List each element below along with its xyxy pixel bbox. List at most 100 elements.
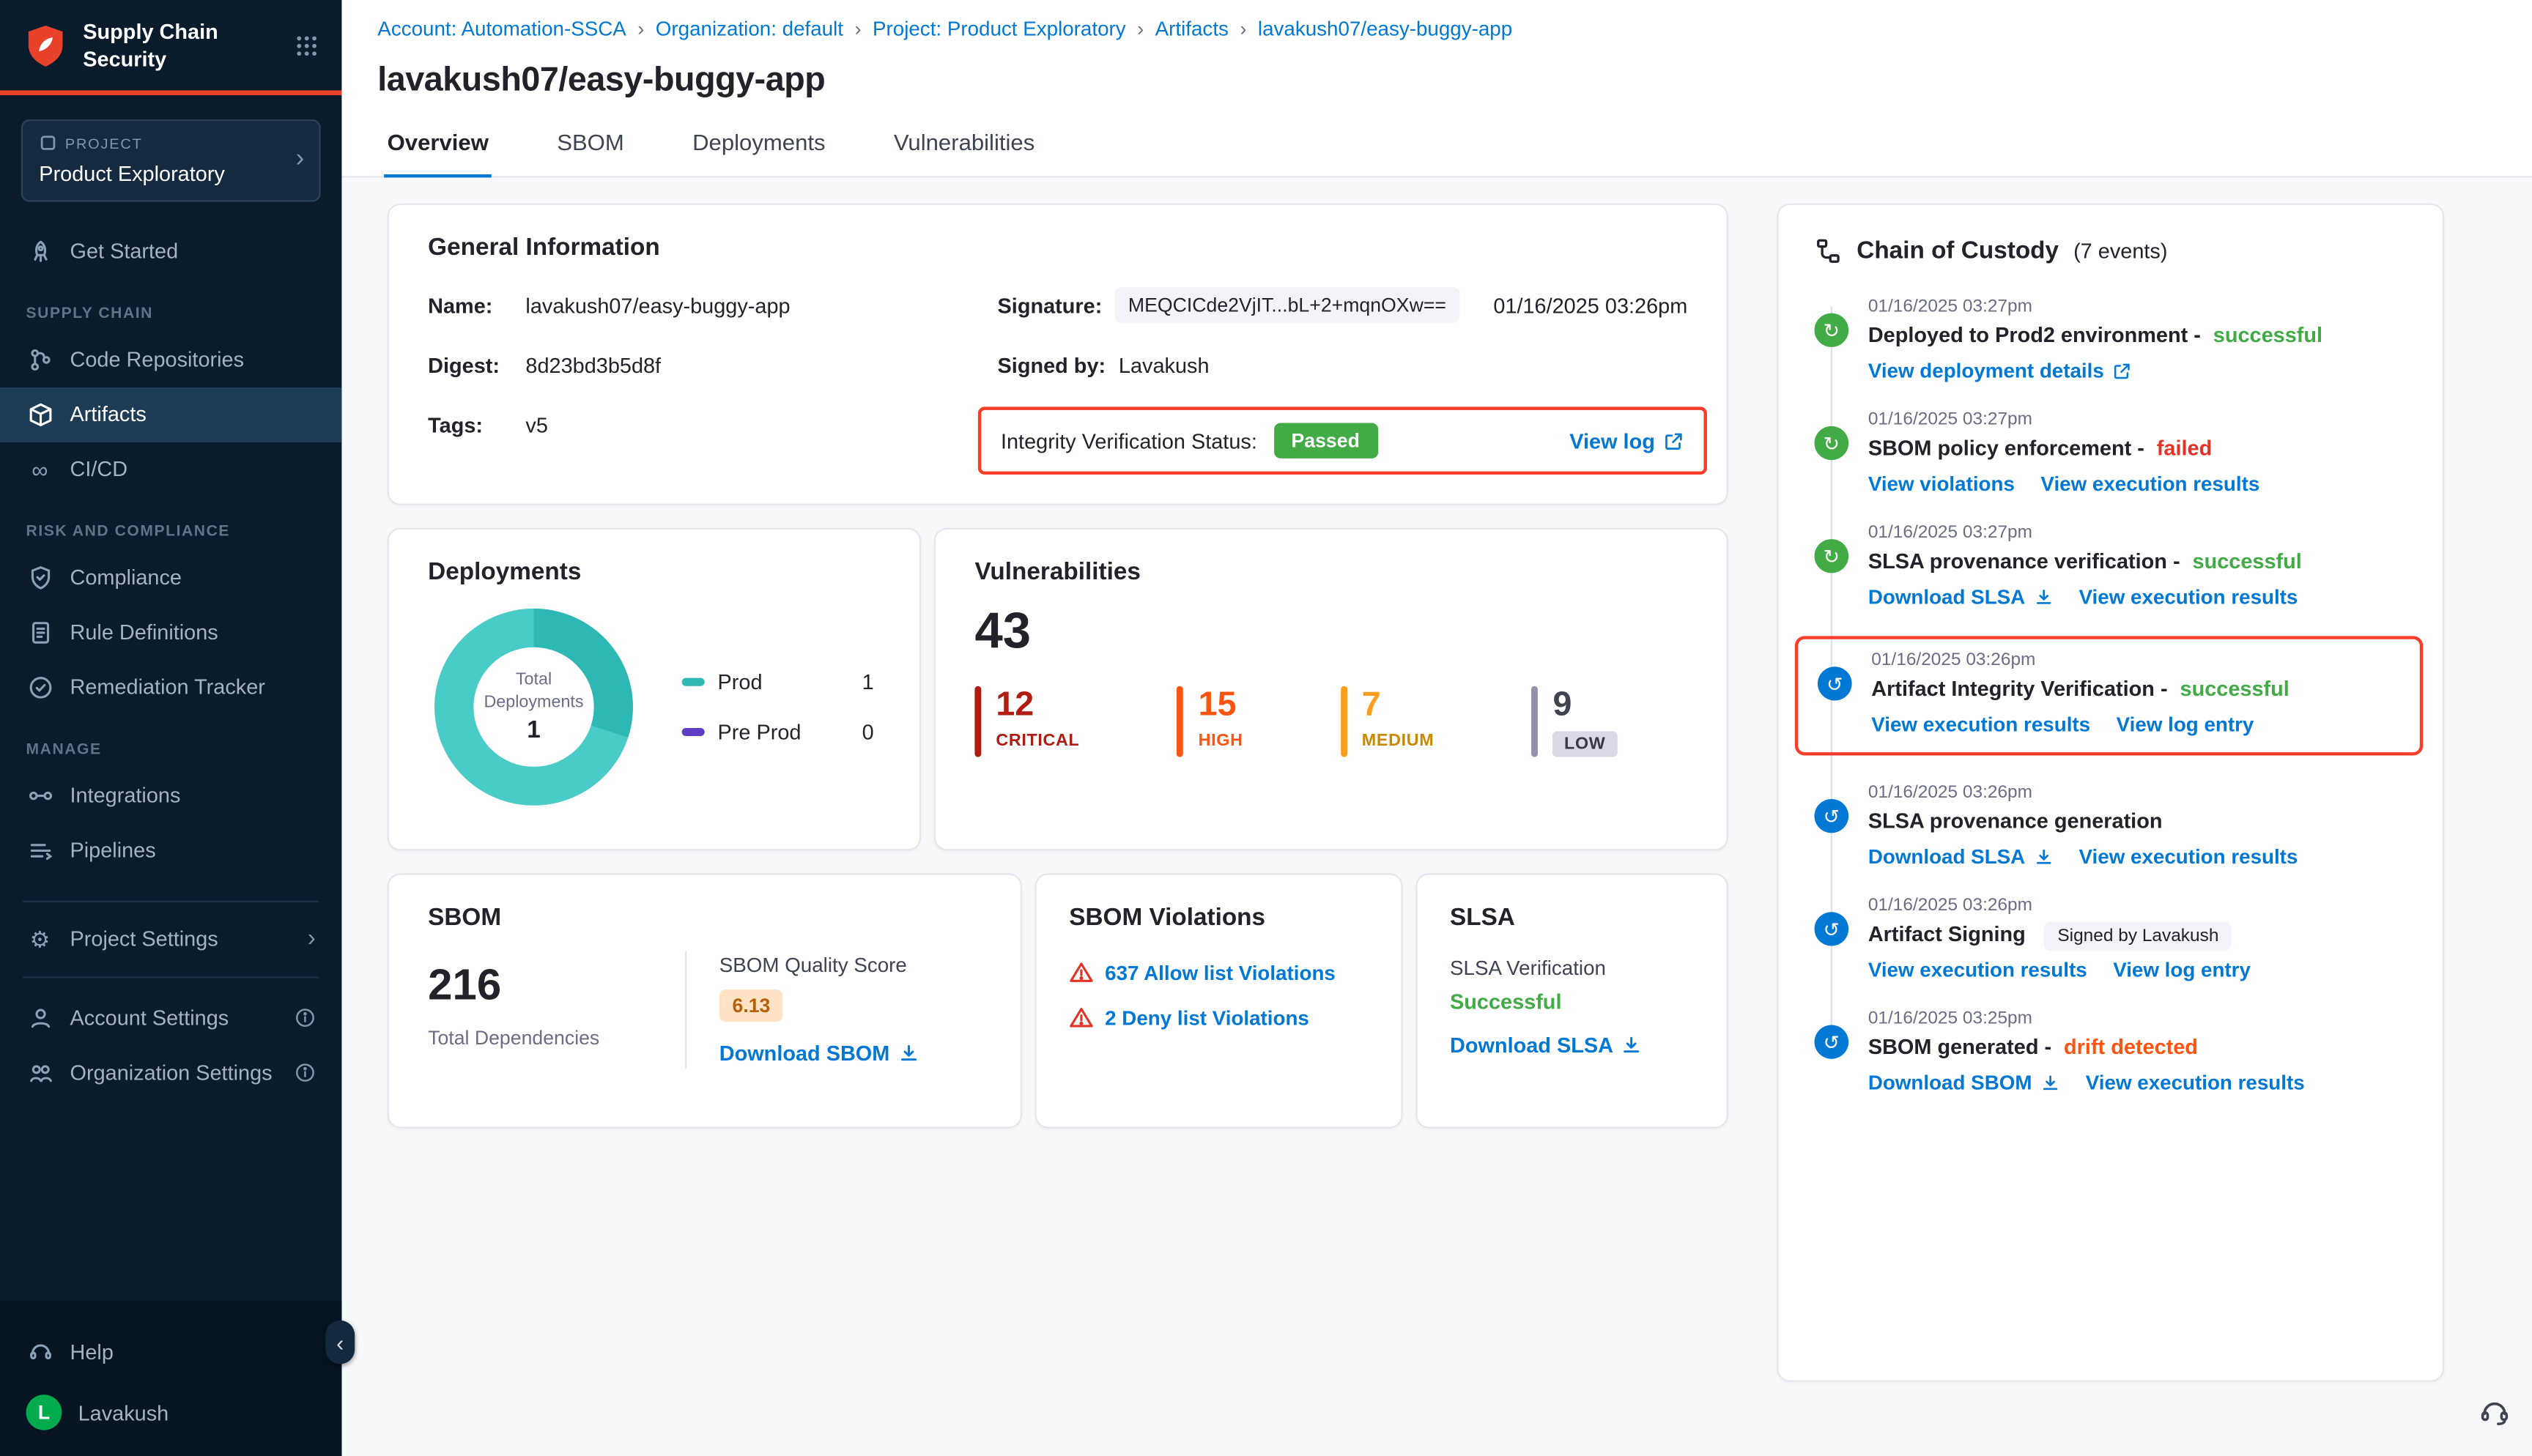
sidebar-item-integrations[interactable]: Integrations bbox=[0, 768, 341, 823]
integrity-verification-row-annotation: Integrity Verification Status: Passed Vi… bbox=[978, 406, 1707, 475]
event-title: Artifact Integrity Verification - succes… bbox=[1871, 676, 2289, 700]
sidebar-item-label: Code Repositories bbox=[70, 347, 245, 371]
donut-center-label: Total Deployments bbox=[484, 670, 583, 713]
signature-value[interactable]: MEQCICde2VjIT...bL+2+mqnOXw== bbox=[1115, 287, 1459, 322]
user-icon bbox=[26, 1005, 54, 1032]
severity-medium: 7 MEDIUM bbox=[1341, 686, 1434, 757]
allow-list-violations-link[interactable]: 637 Allow list Violations bbox=[1105, 961, 1336, 984]
view-log-entry-link[interactable]: View log entry bbox=[2113, 959, 2251, 981]
users-icon bbox=[26, 1059, 54, 1086]
sidebar-item-label: Project Settings bbox=[70, 927, 218, 951]
sidebar-collapse-handle[interactable]: ‹ bbox=[325, 1321, 355, 1364]
integrity-status-label: Integrity Verification Status: bbox=[1001, 428, 1257, 453]
download-slsa-link[interactable]: Download SLSA bbox=[1868, 846, 2053, 869]
tab-deployments[interactable]: Deployments bbox=[689, 129, 829, 176]
sbom-generated-icon: ↺ bbox=[1815, 1025, 1849, 1059]
slsa-verification-status: Successful bbox=[1450, 989, 1694, 1014]
event-time: 01/16/2025 03:27pm bbox=[1868, 523, 2302, 542]
view-log-entry-link[interactable]: View log entry bbox=[2117, 713, 2254, 736]
breadcrumb-organization-link[interactable]: Organization: default bbox=[656, 18, 843, 40]
nodes-icon bbox=[26, 781, 54, 809]
breadcrumb-current-link[interactable]: lavakush07/easy-buggy-app bbox=[1258, 18, 1512, 40]
slsa-card: SLSA SLSA Verification Successful Downlo… bbox=[1415, 873, 1728, 1128]
sbom-card: SBOM 216 Total Dependencies SBOM Quality… bbox=[388, 873, 1022, 1128]
event-title: Artifact Signing Signed by Lavakush bbox=[1868, 921, 2251, 946]
integrity-status-badge: Passed bbox=[1273, 423, 1377, 458]
tags-value: v5 bbox=[525, 412, 548, 437]
sidebar-item-get-started[interactable]: Get Started bbox=[0, 224, 341, 279]
signature-date: 01/16/2025 03:26pm bbox=[1493, 293, 1687, 317]
view-execution-results-link[interactable]: View execution results bbox=[1871, 713, 2090, 736]
vulnerabilities-card: Vulnerabilities 43 12 CRITICAL bbox=[934, 528, 1728, 851]
document-icon bbox=[26, 619, 54, 646]
section-supply-chain: SUPPLY CHAIN bbox=[0, 305, 341, 322]
breadcrumb-account-link[interactable]: Account: Automation-SSCA bbox=[377, 18, 626, 40]
donut-center-value: 1 bbox=[527, 716, 541, 743]
legend-value: 0 bbox=[862, 720, 874, 744]
sidebar-item-help[interactable]: Help bbox=[0, 1323, 341, 1378]
support-headset-icon[interactable] bbox=[2479, 1394, 2511, 1427]
digest-label: Digest: bbox=[428, 353, 512, 377]
gear-icon: ⚙ bbox=[26, 926, 54, 953]
chain-event-artifact-signing: ↺ 01/16/2025 03:26pm Artifact Signing Si… bbox=[1815, 896, 2407, 1009]
sidebar-item-project-settings[interactable]: ⚙ Project Settings › bbox=[0, 912, 341, 967]
view-violations-link[interactable]: View violations bbox=[1868, 473, 2015, 496]
allow-list-violations-row: 637 Allow list Violations bbox=[1069, 960, 1369, 984]
tab-sbom[interactable]: SBOM bbox=[554, 129, 627, 176]
tab-overview[interactable]: Overview bbox=[384, 129, 492, 177]
chain-event-deployed: ↻ 01/16/2025 03:27pm Deployed to Prod2 e… bbox=[1815, 297, 2407, 410]
download-slsa-link[interactable]: Download SLSA bbox=[1450, 1033, 1643, 1058]
view-execution-results-link[interactable]: View execution results bbox=[1868, 959, 2087, 981]
download-sbom-link[interactable]: Download SBOM bbox=[1868, 1071, 2059, 1094]
event-title: SLSA provenance generation bbox=[1868, 809, 2298, 833]
sidebar-item-remediation-tracker[interactable]: Remediation Tracker bbox=[0, 660, 341, 715]
rocket-icon bbox=[26, 238, 54, 265]
content: General Information Name: lavakush07/eas… bbox=[341, 177, 2532, 1456]
project-selector[interactable]: PROJECT Product Exploratory › bbox=[21, 119, 321, 201]
slsa-verification-icon: ↻ bbox=[1815, 539, 1849, 573]
severity-bar bbox=[974, 686, 981, 757]
view-deployment-details-link[interactable]: View deployment details bbox=[1868, 360, 2132, 382]
view-execution-results-link[interactable]: View execution results bbox=[2040, 473, 2259, 496]
view-execution-results-link[interactable]: View execution results bbox=[2079, 846, 2298, 869]
sidebar-item-organization-settings[interactable]: Organization Settings bbox=[0, 1046, 341, 1101]
view-execution-results-link[interactable]: View execution results bbox=[2079, 586, 2298, 609]
sbom-quality-score-badge: 6.13 bbox=[719, 989, 783, 1022]
signed-by-value: Lavakush bbox=[1119, 353, 1210, 377]
sidebar-item-label: Pipelines bbox=[70, 838, 156, 862]
legend-item-pre-prod: Pre Prod 0 bbox=[682, 720, 874, 744]
event-time: 01/16/2025 03:27pm bbox=[1868, 410, 2259, 429]
sidebar-item-artifacts[interactable]: Artifacts bbox=[0, 387, 341, 442]
view-execution-results-link[interactable]: View execution results bbox=[2086, 1071, 2305, 1094]
download-sbom-link[interactable]: Download SBOM bbox=[719, 1041, 919, 1066]
sidebar-item-pipelines[interactable]: Pipelines bbox=[0, 823, 341, 878]
event-title: SBOM policy enforcement - failed bbox=[1868, 436, 2259, 460]
warning-icon bbox=[1069, 960, 1093, 984]
sidebar-item-compliance[interactable]: Compliance bbox=[0, 550, 341, 605]
prod-color-swatch bbox=[682, 678, 705, 686]
module-grid-icon[interactable] bbox=[295, 34, 319, 59]
sidebar-item-rule-definitions[interactable]: Rule Definitions bbox=[0, 605, 341, 660]
sidebar-item-cicd[interactable]: ∞ CI/CD bbox=[0, 442, 341, 497]
event-status: failed bbox=[2157, 436, 2212, 460]
sidebar-item-account-settings[interactable]: Account Settings bbox=[0, 991, 341, 1046]
breadcrumb-artifacts-link[interactable]: Artifacts bbox=[1155, 18, 1229, 40]
tab-vulnerabilities[interactable]: Vulnerabilities bbox=[890, 129, 1037, 176]
info-icon bbox=[295, 1008, 316, 1029]
view-log-link[interactable]: View log bbox=[1569, 428, 1684, 453]
sidebar-item-code-repositories[interactable]: Code Repositories bbox=[0, 333, 341, 387]
sidebar-item-label: Artifacts bbox=[70, 402, 147, 426]
policy-enforcement-icon: ↻ bbox=[1815, 426, 1849, 460]
event-title: Deployed to Prod2 environment - successf… bbox=[1868, 323, 2322, 347]
user-menu[interactable]: L Lavakush bbox=[0, 1378, 341, 1430]
event-time: 01/16/2025 03:27pm bbox=[1868, 297, 2322, 316]
download-slsa-link[interactable]: Download SLSA bbox=[1868, 586, 2053, 609]
sidebar-item-label: Integrations bbox=[70, 784, 181, 808]
breadcrumb-project-link[interactable]: Project: Product Exploratory bbox=[873, 18, 1126, 40]
signed-by-badge: Signed by Lavakush bbox=[2045, 921, 2232, 951]
deny-list-violations-link[interactable]: 2 Deny list Violations bbox=[1105, 1006, 1309, 1029]
severity-count: 9 bbox=[1552, 686, 1617, 724]
breadcrumb-separator-icon: › bbox=[855, 18, 862, 40]
pre-prod-color-swatch bbox=[682, 728, 705, 736]
slsa-verification-label: SLSA Verification bbox=[1450, 957, 1694, 980]
